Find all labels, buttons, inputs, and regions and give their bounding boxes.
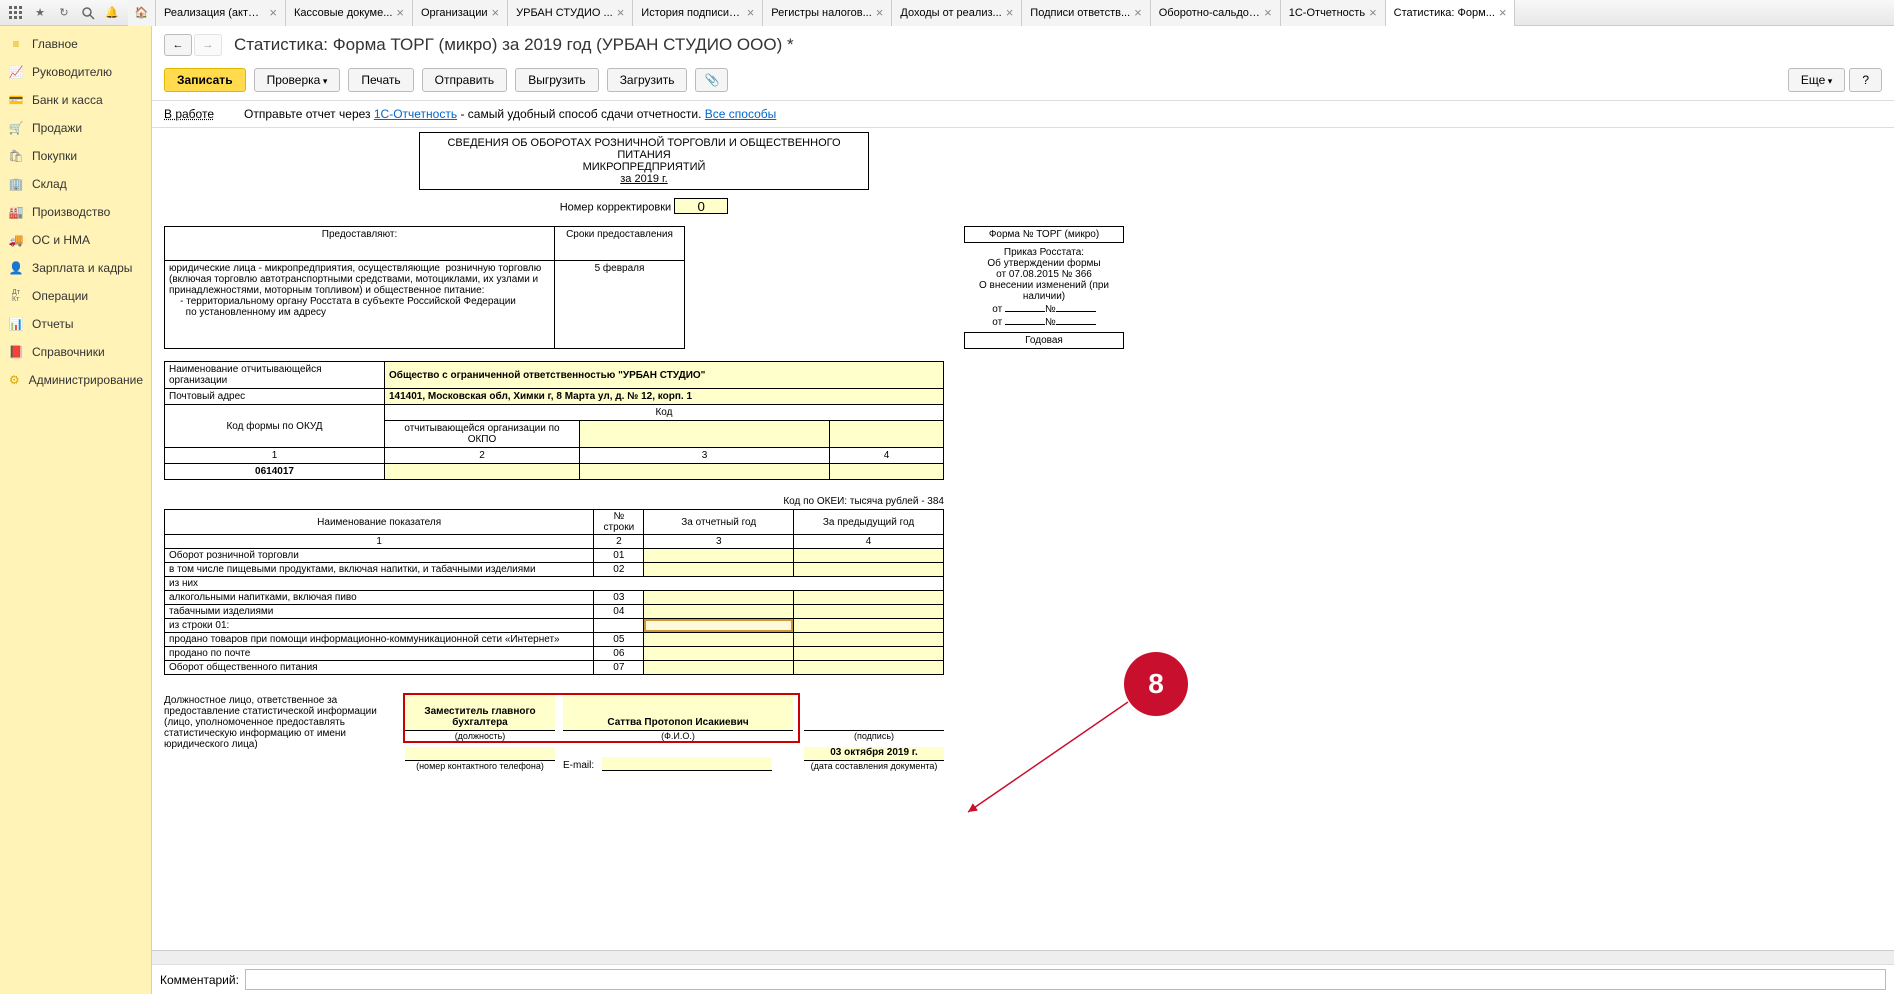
bars-icon: 📊 [8,316,24,332]
phone-field[interactable] [405,747,555,761]
page-title: Статистика: Форма ТОРГ (микро) за 2019 г… [234,35,794,55]
print-button[interactable]: Печать [348,68,413,92]
chart-icon: 📈 [8,64,24,80]
sidebar-item-reports[interactable]: 📊Отчеты [0,310,151,338]
bell-icon[interactable]: 🔔 [100,2,124,24]
close-icon[interactable]: × [617,5,625,20]
sidebar-item-sales[interactable]: 🛒Продажи [0,114,151,142]
sidebar-item-operations[interactable]: ДтКтОперации [0,282,151,310]
status-label[interactable]: В работе [164,107,214,121]
person-icon: 👤 [8,260,24,276]
active-cell[interactable] [644,619,794,633]
close-icon[interactable]: × [492,5,500,20]
back-button[interactable]: ← [164,34,192,56]
cart-icon: 🛒 [8,120,24,136]
sidebar-item-production[interactable]: 🏭Производство [0,198,151,226]
tab-6[interactable]: Доходы от реализ...× [892,0,1022,26]
tab-7[interactable]: Подписи ответств...× [1022,0,1150,26]
attach-button[interactable]: 📎 [695,68,728,92]
tab-0[interactable]: Реализация (акты,...× [156,0,286,26]
close-icon[interactable]: × [1006,5,1014,20]
close-icon[interactable]: × [1369,5,1377,20]
sidebar-item-bank[interactable]: 💳Банк и касса [0,86,151,114]
download-button[interactable]: Загрузить [607,68,688,92]
forward-button[interactable]: → [194,34,222,56]
email-field[interactable] [602,757,772,771]
signature-field[interactable] [804,695,944,731]
date-field[interactable]: 03 октября 2019 г. [804,747,944,761]
sidebar-item-main[interactable]: ≡Главное [0,30,151,58]
write-button[interactable]: Записать [164,68,246,92]
horizontal-scrollbar[interactable] [152,950,1894,964]
okei-label: Код по ОКЕИ: тысяча рублей - 384 [164,496,944,507]
close-icon[interactable]: × [269,5,277,20]
close-icon[interactable]: × [396,5,404,20]
paperclip-icon: 📎 [704,73,719,87]
org-table: Наименование отчитывающейся организацииО… [164,361,944,480]
close-icon[interactable]: × [1499,5,1507,20]
close-icon[interactable]: × [747,5,755,20]
tab-2[interactable]: Организации× [413,0,508,26]
bank-icon: 💳 [8,92,24,108]
comment-input[interactable] [245,969,1886,990]
close-icon[interactable]: × [876,5,884,20]
corr-label: Номер корректировки [560,202,671,214]
more-button[interactable]: Еще [1788,68,1845,92]
upload-button[interactable]: Выгрузить [515,68,599,92]
gear-icon: ⚙ [8,372,21,388]
sidebar: ≡Главное 📈Руководителю 💳Банк и касса 🛒Пр… [0,26,152,994]
check-button[interactable]: Проверка [254,68,341,92]
close-icon[interactable]: × [1134,5,1142,20]
sidebar-item-admin[interactable]: ⚙Администрирование [0,366,151,394]
search-icon[interactable] [76,2,100,24]
tab-9[interactable]: 1С-Отчетность× [1281,0,1386,26]
tab-8[interactable]: Оборотно-сальдов...× [1151,0,1281,26]
data-table[interactable]: Наименование показателя№ строкиЗа отчетн… [164,509,944,675]
sign-left-text: Должностное лицо, ответственное за предо… [164,695,399,771]
basket-icon: 🛍 [8,148,24,164]
position-field[interactable]: Заместитель главного бухгалтера [405,695,555,731]
tab-1[interactable]: Кассовые докуме...× [286,0,413,26]
menu-icon: ≡ [8,36,24,52]
tab-5[interactable]: Регистры налогов...× [763,0,892,26]
form-info-box: Форма № ТОРГ (микро) Приказ Росстата: Об… [964,226,1124,349]
tab-3[interactable]: УРБАН СТУДИО ...× [508,0,633,26]
apps-icon[interactable] [4,2,28,24]
link-1c[interactable]: 1С-Отчетность [374,107,457,121]
factory-icon: 🏭 [8,204,24,220]
link-all-ways[interactable]: Все способы [705,107,777,121]
provide-table: Предоставляют:Сроки предоставления юриди… [164,226,685,349]
sidebar-item-purchases[interactable]: 🛍Покупки [0,142,151,170]
dtkt-icon: ДтКт [8,288,24,304]
tab-home[interactable]: 🏠 [128,0,156,26]
close-icon[interactable]: × [1264,5,1272,20]
corr-input[interactable] [674,198,728,214]
callout-badge: 8 [1124,652,1188,716]
tab-4[interactable]: История подписи: ...× [633,0,763,26]
star-icon[interactable]: ★ [28,2,52,24]
sidebar-item-assets[interactable]: 🚚ОС и НМА [0,226,151,254]
warehouse-icon: 🏢 [8,176,24,192]
send-button[interactable]: Отправить [422,68,508,92]
tab-10[interactable]: Статистика: Форм...× [1386,0,1516,26]
sidebar-item-refs[interactable]: 📕Справочники [0,338,151,366]
truck-icon: 🚚 [8,232,24,248]
status-text: Отправьте отчет через 1С-Отчетность - са… [244,107,776,121]
sidebar-item-hr[interactable]: 👤Зарплата и кадры [0,254,151,282]
sidebar-item-manager[interactable]: 📈Руководителю [0,58,151,86]
fio-field[interactable]: Саттва Протопоп Исакиевич [563,695,793,731]
book-icon: 📕 [8,344,24,360]
help-button[interactable]: ? [1849,68,1882,92]
report-title-box: СВЕДЕНИЯ ОБ ОБОРОТАХ РОЗНИЧНОЙ ТОРГОВЛИ … [419,132,869,190]
comment-label: Комментарий: [160,973,239,987]
history-icon[interactable]: ↻ [52,2,76,24]
sidebar-item-warehouse[interactable]: 🏢Склад [0,170,151,198]
